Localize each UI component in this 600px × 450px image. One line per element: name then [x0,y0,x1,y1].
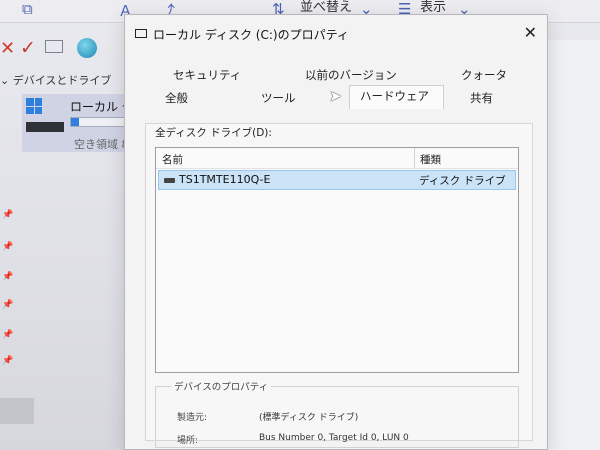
drive-usage-bar [70,117,126,127]
pin-icon: 📌 [2,272,14,282]
drive-icon [135,29,147,38]
manufacturer-label: 製造元: [177,413,208,423]
nav-item[interactable] [0,398,34,424]
tab-previous-versions[interactable]: 以前のバージョン [305,67,397,83]
pin-icon: 📌 [2,356,14,366]
disk-drive-list[interactable]: 名前 種類 TS1TMTE110Q-E ディスク ドライブ [155,147,519,373]
list-item[interactable]: TS1TMTE110Q-E ディスク ドライブ [158,170,516,190]
tab-general[interactable]: 全般 [165,90,188,106]
section-title: デバイスとドライブ [12,74,112,87]
drive-free-space: 空き領域 8 [74,138,126,151]
view-button[interactable]: 表示 [420,0,446,15]
sort-button[interactable]: 並べ替え [300,0,352,15]
tab-quota[interactable]: クォータ [461,67,507,83]
local-disk-tile[interactable]: ローカル ディス 空き領域 8 [22,94,126,152]
device-type: ディスク ドライブ [419,175,506,187]
chevron-down-icon: ⌄ [0,74,10,87]
tab-tools[interactable]: ツール [261,90,296,106]
column-header-type[interactable]: 種類 [420,152,441,167]
location-value: Bus Number 0, Target Id 0, LUN 0 [259,433,409,443]
pin-icon: 📌 [2,300,14,310]
devices-section-header[interactable]: ⌄ デバイスとドライブ [0,72,111,88]
globe-icon[interactable] [77,38,97,58]
all-disk-drives-label: 全ディスク ドライブ(D): [155,127,272,139]
tab-security[interactable]: セキュリティ [173,67,241,83]
delete-icon[interactable]: ✕ [0,38,15,59]
mail-icon[interactable] [45,40,63,53]
pin-icon: 📌 [2,242,14,252]
disk-icon [164,178,175,183]
device-properties-title: デバイスのプロパティ [171,379,272,393]
list-header: 名前 種類 [156,148,518,169]
pin-icon: 📌 [2,210,14,220]
tab-sharing[interactable]: 共有 [470,90,493,106]
device-name: TS1TMTE110Q-E [179,173,271,186]
check-icon[interactable]: ✓ [20,37,36,59]
close-icon[interactable]: ✕ [524,23,537,42]
tab-hardware[interactable]: ハードウェア [349,85,444,109]
mouse-cursor-icon: ➤ [329,87,342,105]
explorer-content-area [548,40,600,450]
drive-name: ローカル ディス [70,100,126,114]
column-header-name[interactable]: 名前 [162,152,183,167]
location-label: 場所: [177,436,199,446]
dialog-title: ローカル ディスク (C:)のプロパティ [153,28,349,42]
column-divider[interactable] [414,148,415,168]
drive-icon [26,122,64,132]
properties-dialog: ローカル ディスク (C:)のプロパティ ✕ セキュリティ 以前のバージョン ク… [124,14,548,450]
manufacturer-value: (標準ディスク ドライブ) [259,413,359,423]
windows-logo-icon [26,98,42,114]
dialog-titlebar[interactable]: ローカル ディスク (C:)のプロパティ ✕ [125,15,547,53]
copy-icon[interactable]: ⧉ [22,0,33,18]
pin-icon: 📌 [2,330,14,340]
